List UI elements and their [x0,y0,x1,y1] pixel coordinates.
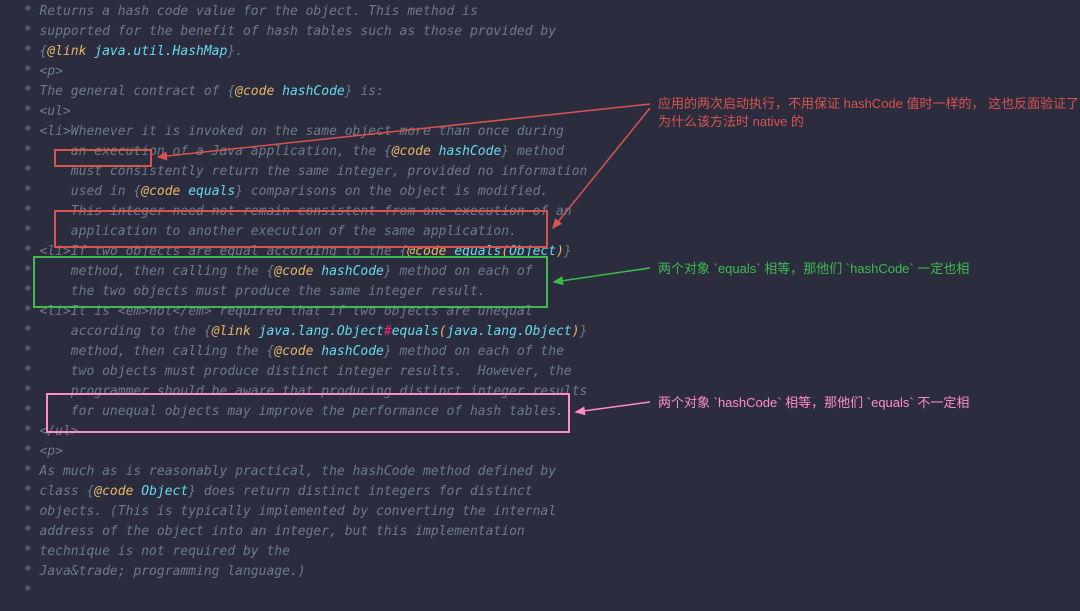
code-line: * address of the object into an integer,… [0,522,1080,542]
code-line: * supported for the benefit of hash tabl… [0,22,1080,42]
code-line: * class {@code Object} does return disti… [0,482,1080,502]
code-editor[interactable]: * Returns a hash code value for the obje… [0,2,1080,602]
code-line: * {@link java.util.HashMap}. [0,42,1080,62]
code-line: * Returns a hash code value for the obje… [0,2,1080,22]
code-line: * </ul> [0,422,1080,442]
code-line: * As much as is reasonably practical, th… [0,462,1080,482]
code-line: * application to another execution of th… [0,222,1080,242]
code-line: * This integer need not remain consisten… [0,202,1080,222]
code-line: * according to the {@link java.lang.Obje… [0,322,1080,342]
code-line: * programmer should be aware that produc… [0,382,1080,402]
code-line: * The general contract of {@code hashCod… [0,82,1080,102]
code-line: * technique is not required by the [0,542,1080,562]
code-line: * objects. (This is typically implemente… [0,502,1080,522]
code-line: * must consistently return the same inte… [0,162,1080,182]
code-line: * <li>It is <em>not</em> required that i… [0,302,1080,322]
code-line: * <li>Whenever it is invoked on the same… [0,122,1080,142]
code-line: * method, then calling the {@code hashCo… [0,262,1080,282]
code-line: * <p> [0,62,1080,82]
code-line: * <p> [0,442,1080,462]
code-line: * two objects must produce distinct inte… [0,362,1080,382]
code-line: * Java&trade; programming language.) [0,562,1080,582]
code-line: * <ul> [0,102,1080,122]
code-line: * [0,582,1080,602]
code-line: * used in {@code equals} comparisons on … [0,182,1080,202]
code-line: * <li>If two objects are equal according… [0,242,1080,262]
code-line: * the two objects must produce the same … [0,282,1080,302]
code-line: * method, then calling the {@code hashCo… [0,342,1080,362]
code-line: * for unequal objects may improve the pe… [0,402,1080,422]
code-line: * an execution of a Java application, th… [0,142,1080,162]
